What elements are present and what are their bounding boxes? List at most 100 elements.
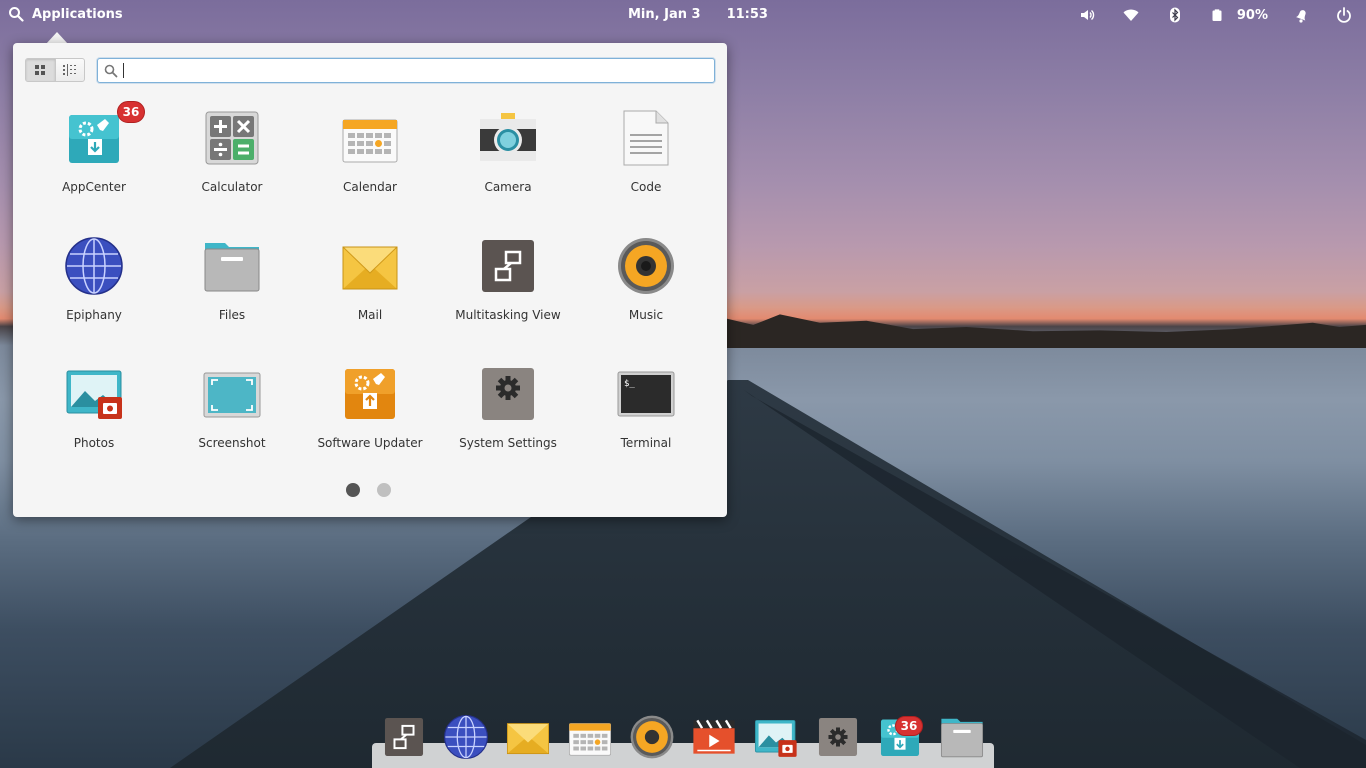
settings-icon (482, 368, 534, 420)
update-count-badge: 36 (117, 101, 145, 123)
app-label: Multitasking View (455, 308, 561, 322)
photos-icon (66, 370, 122, 419)
bluetooth-icon (1169, 7, 1180, 23)
dock-item-mail[interactable] (505, 714, 551, 760)
web-browser-icon (65, 237, 123, 295)
top-panel: Applications Min, Jan 3 11:53 90% (0, 0, 1366, 30)
battery-icon (1212, 9, 1222, 21)
camera-icon (480, 113, 536, 161)
dock-item-system-settings[interactable] (815, 714, 861, 760)
app-label: Mail (357, 308, 383, 322)
page-dot-1[interactable] (346, 483, 360, 497)
app-music[interactable]: Music (577, 237, 715, 357)
app-code[interactable]: Code (577, 109, 715, 229)
files-icon (940, 718, 984, 758)
music-icon (618, 238, 674, 294)
update-count-badge: 36 (895, 716, 923, 736)
wallpaper-treeline (700, 314, 1366, 348)
app-camera[interactable]: Camera (439, 109, 577, 229)
category-view-icon (62, 64, 76, 76)
app-label: Code (630, 180, 662, 194)
view-mode-switch (25, 58, 85, 82)
app-label: AppCenter (62, 180, 126, 194)
applications-launcher: 36 AppCenter Calculator Calendar Camera … (13, 43, 727, 517)
page-indicator (346, 483, 391, 497)
app-label: Software Updater (317, 436, 423, 450)
appcenter-icon (69, 115, 119, 163)
photos-icon (754, 719, 797, 757)
app-system-settings[interactable]: System Settings (439, 365, 577, 485)
grid-view-icon (35, 65, 46, 75)
app-label: Files (218, 308, 246, 322)
screenshot-icon (203, 372, 261, 418)
page-dot-2[interactable] (377, 483, 391, 497)
app-label: Epiphany (66, 308, 122, 322)
applications-label: Applications (32, 6, 123, 22)
search-icon (104, 64, 118, 78)
app-label: Screenshot (198, 436, 266, 450)
terminal-icon: $_ (617, 371, 675, 417)
search-input[interactable] (122, 61, 707, 80)
battery-percent: 90% (1236, 7, 1268, 23)
software-updater-icon (345, 369, 395, 419)
calendar-icon (342, 119, 398, 163)
app-files[interactable]: Files (163, 237, 301, 357)
web-browser-icon (443, 714, 489, 760)
notifications-icon (1295, 10, 1306, 23)
files-icon (204, 243, 260, 292)
datetime-indicator[interactable]: Min, Jan 3 11:53 (628, 7, 768, 22)
dock-item-calendar[interactable] (567, 714, 613, 760)
dock-item-music[interactable] (629, 714, 675, 760)
app-software-updater[interactable]: Software Updater (301, 365, 439, 485)
app-label: Camera (484, 180, 532, 194)
dock-item-photos[interactable] (753, 714, 799, 760)
code-icon (623, 110, 669, 166)
notifications-indicator[interactable] (1294, 5, 1310, 25)
multitasking-icon (482, 240, 534, 292)
date-text: Min, Jan 3 (628, 7, 701, 22)
app-label: Music (628, 308, 664, 322)
mail-icon (342, 246, 398, 290)
dock-item-videos[interactable] (691, 714, 737, 760)
dock-item-appcenter[interactable]: 36 (877, 714, 923, 760)
settings-icon (818, 717, 858, 757)
multitasking-icon (384, 717, 424, 757)
session-indicator[interactable] (1336, 5, 1352, 25)
app-label: Photos (73, 436, 115, 450)
dock-item-files[interactable] (939, 714, 985, 760)
network-indicator[interactable] (1123, 5, 1139, 25)
volume-icon (1080, 9, 1095, 21)
category-view-button[interactable] (54, 59, 85, 81)
battery-indicator[interactable]: 90% (1211, 5, 1268, 25)
app-label: Terminal (620, 436, 672, 450)
app-calendar[interactable]: Calendar (301, 109, 439, 229)
calendar-icon (568, 723, 612, 756)
app-screenshot[interactable]: Screenshot (163, 365, 301, 485)
app-label: Calculator (201, 180, 263, 194)
app-epiphany[interactable]: Epiphany (25, 237, 163, 357)
dock-item-epiphany[interactable] (443, 714, 489, 760)
wifi-icon (1123, 9, 1139, 21)
app-photos[interactable]: Photos (25, 365, 163, 485)
bluetooth-indicator[interactable] (1167, 5, 1183, 25)
calculator-icon (205, 111, 259, 165)
mail-icon (506, 723, 550, 755)
app-calculator[interactable]: Calculator (163, 109, 301, 229)
time-text: 11:53 (726, 7, 768, 22)
text-caret (123, 63, 124, 78)
applications-menu-button[interactable]: Applications (8, 6, 123, 22)
dock-item-multitasking-view[interactable] (381, 714, 427, 760)
search-icon (9, 7, 24, 22)
app-appcenter[interactable]: 36 AppCenter (25, 101, 163, 229)
search-field[interactable] (97, 58, 715, 83)
grid-view-button[interactable] (26, 59, 55, 81)
app-label: System Settings (459, 436, 557, 450)
volume-indicator[interactable] (1079, 5, 1095, 25)
app-terminal[interactable]: $_ Terminal (577, 365, 715, 485)
app-label: Calendar (343, 180, 397, 194)
app-multitasking-view[interactable]: Multitasking View (439, 237, 577, 357)
app-mail[interactable]: Mail (301, 237, 439, 357)
svg-text:$_: $_ (624, 379, 635, 389)
videos-icon (693, 719, 735, 754)
music-icon (630, 715, 674, 759)
